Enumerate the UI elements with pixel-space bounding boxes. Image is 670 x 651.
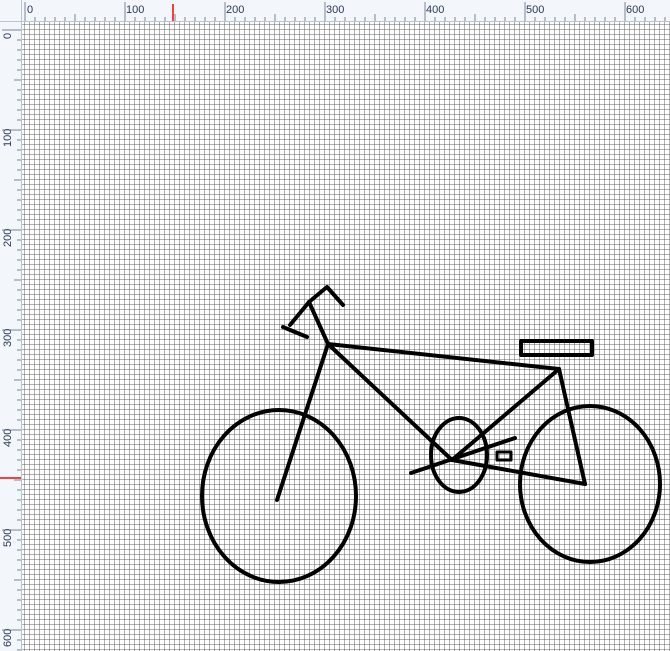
rear-wheel[interactable] [518,404,662,564]
ruler-label: 500 [526,4,545,16]
down-tube[interactable] [326,342,454,462]
ruler-label: 300 [326,4,345,16]
pedal[interactable] [495,450,513,462]
stem[interactable] [307,300,330,346]
ruler-label: 600 [626,4,645,16]
horizontal-ruler-ticks [24,2,666,21]
ruler-label: 400 [426,4,445,16]
ruler-label: 0 [2,32,14,39]
ruler-label: 200 [2,228,14,247]
ruler-label: 400 [2,428,14,447]
ruler-label: 0 [27,4,34,16]
ruler-label: 100 [126,4,145,16]
seat-stay[interactable] [557,367,587,486]
ruler-label: 200 [226,4,245,16]
brake-lever[interactable] [281,325,309,339]
saddle[interactable] [519,339,594,357]
bicycle-icon[interactable] [22,22,670,651]
ruler-label: 300 [2,328,14,347]
drawing-canvas[interactable] [22,22,670,651]
ruler-label: 500 [2,528,14,547]
vertical-ruler[interactable]: 0 100 200 300 400 500 600 [0,22,22,651]
seat-tube[interactable] [450,367,561,462]
horizontal-ruler[interactable]: 0 100 200 300 400 500 600 [22,0,670,22]
ruler-corner [0,0,22,22]
ruler-label: 100 [2,128,14,147]
ruler-label: 600 [2,628,14,647]
